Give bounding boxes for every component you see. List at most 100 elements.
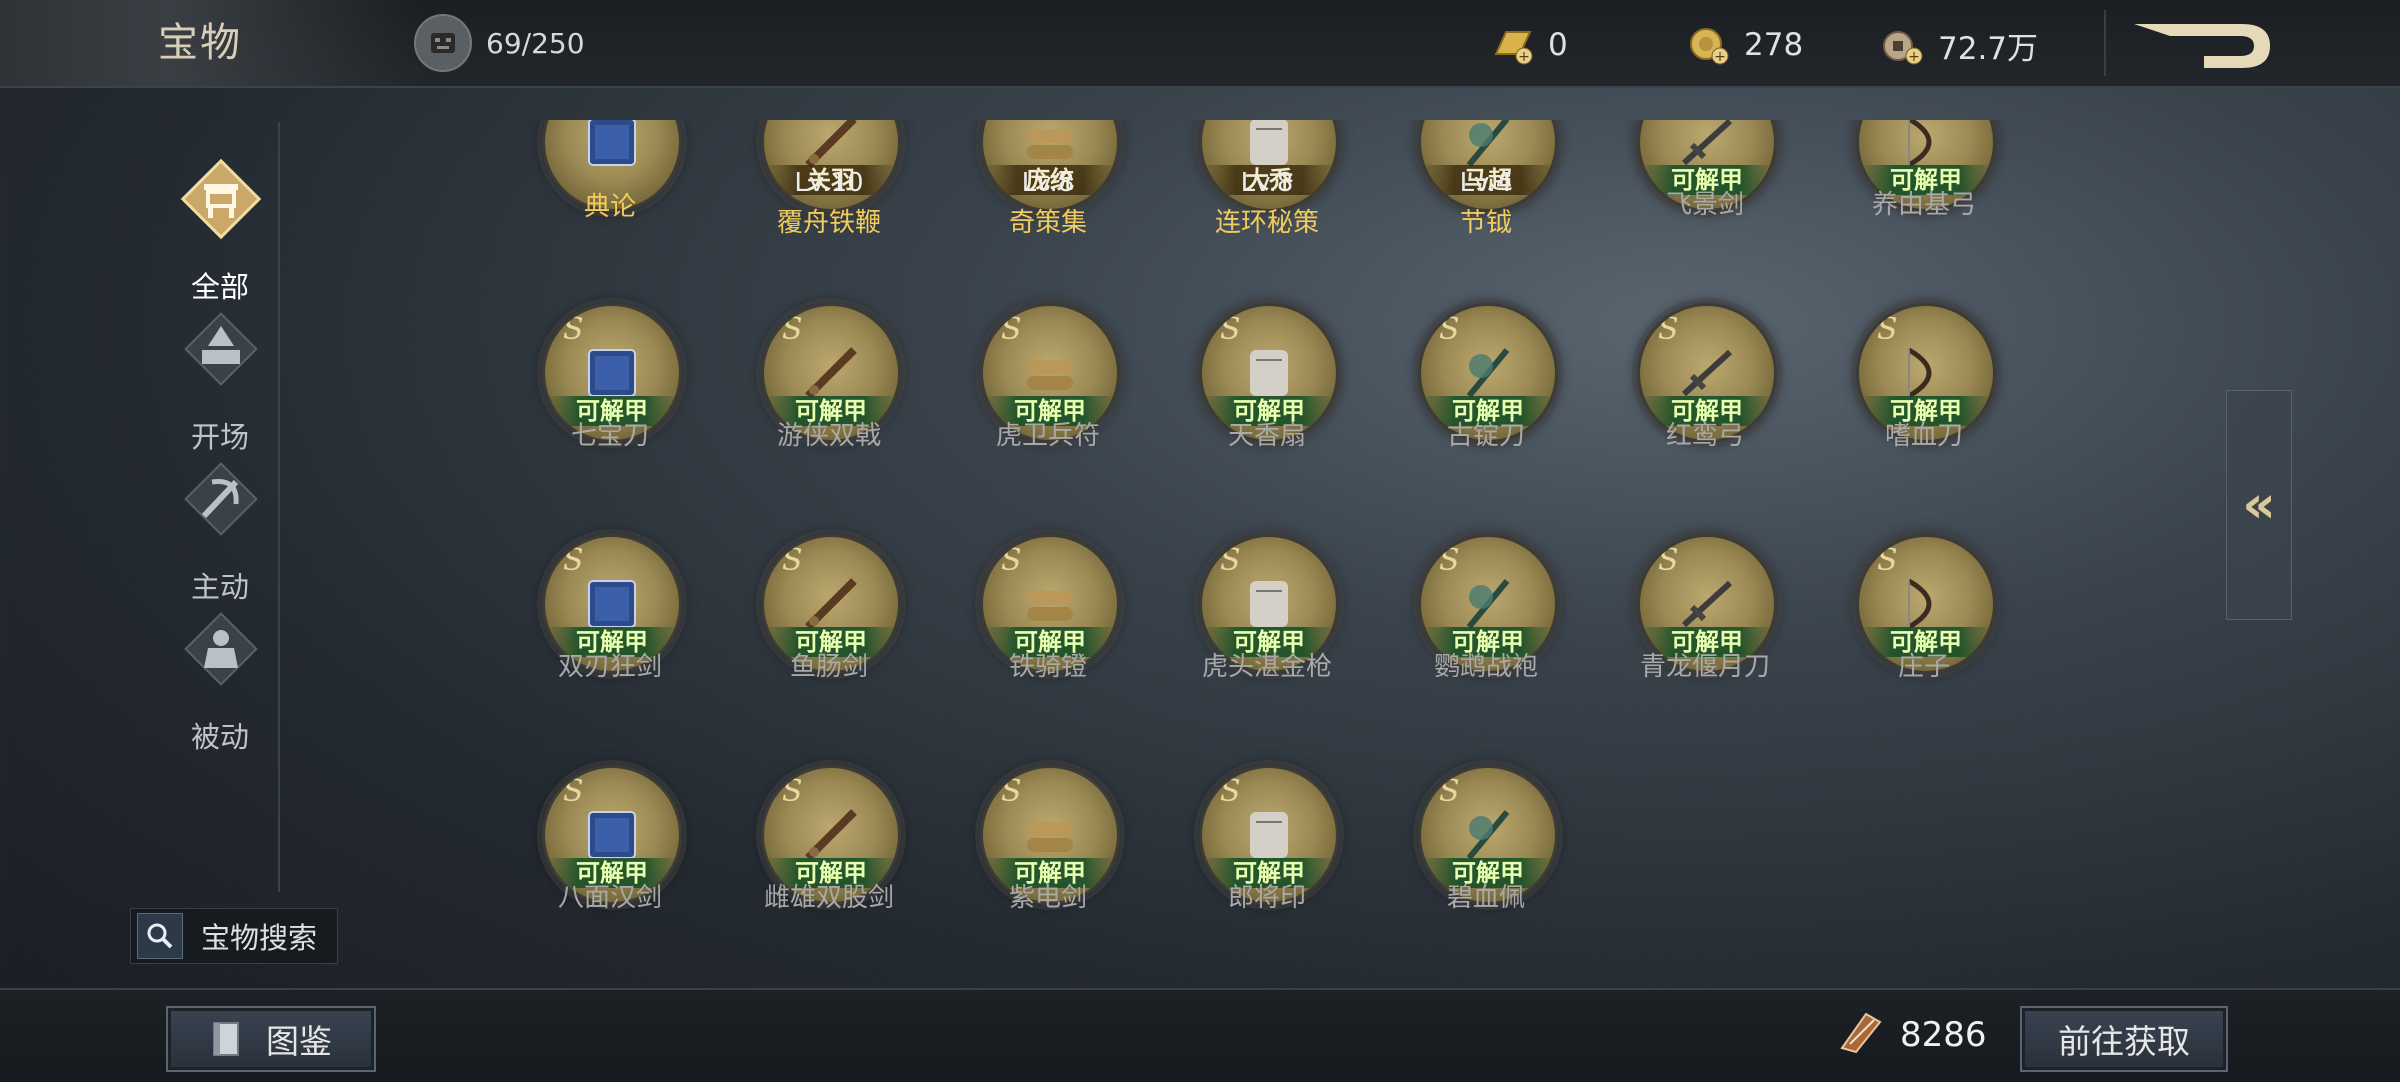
treasure-item[interactable]: 𝑆 可解甲 双刃狂剑 (520, 534, 700, 694)
treasure-medal: 𝑆关羽 (761, 120, 901, 212)
codex-label: 图鉴 (266, 1022, 332, 1061)
gold-bar-value: 0 (1548, 27, 1568, 63)
treasure-item[interactable]: 𝑆庞统Lv.8 奇策集 (958, 120, 1138, 238)
sidebar-label-active: 主动 (190, 570, 249, 604)
sidebar-label-passive: 被动 (190, 720, 249, 754)
treasure-item[interactable]: 𝑆 可解甲 铁骑镫 (958, 534, 1138, 694)
copper-coin-value: 72.7万 (1938, 30, 2039, 67)
treasure-item[interactable]: 𝑆 可解甲 虎卫兵符 (958, 303, 1138, 463)
treasure-name: 雌雄双股剑 (763, 883, 894, 913)
treasure-item[interactable]: 𝑆 可解甲 虎头湛金枪 (1177, 534, 1357, 694)
page-title: 宝物 (158, 20, 242, 66)
go-obtain-label: 前往获取 (2058, 1022, 2190, 1061)
gold-coin-icon: + (1686, 24, 1732, 66)
treasure-name: 八面汉剑 (557, 883, 662, 913)
treasure-item[interactable]: 𝑆 可解甲 鱼肠剑 (739, 534, 919, 694)
opening-icon (178, 306, 264, 392)
active-skill-icon (178, 456, 264, 542)
treasure-name: 鹦鹉战袍 (1433, 652, 1538, 682)
svg-text:+: + (1714, 49, 1726, 65)
treasure-level: Lv.8 (1021, 168, 1075, 198)
treasure-item[interactable]: 𝑆 可解甲 红鸾弓 (1615, 303, 1795, 463)
treasure-name: 郎将印 (1227, 883, 1306, 913)
treasure-name: 节钺 (1459, 208, 1512, 238)
treasure-capacity: 69/250 (414, 14, 585, 72)
treasure-name: 覆舟铁鞭 (776, 208, 881, 238)
return-arrow-icon[interactable] (2130, 20, 2276, 72)
treasure-name: 虎头湛金枪 (1201, 652, 1332, 682)
passive-skill-icon (178, 606, 264, 692)
treasure-item[interactable]: 𝑆 可解甲 游侠双戟 (739, 303, 919, 463)
treasure-name: 养由基弓 (1871, 190, 1976, 220)
treasure-grid: 𝑆典论𝑆关羽Lv.10覆舟铁鞭𝑆庞统Lv.8奇策集𝑆大乔Lv.8连环秘策𝑆马超L… (520, 120, 2020, 980)
currency-copper-coin[interactable]: + 72.7万 (1880, 22, 2038, 68)
treasure-medal: 𝑆庞统 (980, 120, 1120, 212)
sidebar-label-all: 全部 (190, 270, 249, 304)
treasure-name: 典论 (583, 192, 636, 222)
capacity-count: 69/250 (486, 26, 585, 60)
treasure-level: Lv.10 (794, 168, 864, 198)
treasure-item[interactable]: 𝑆典论 (520, 120, 700, 232)
treasure-name: 游侠双戟 (776, 421, 881, 451)
go-obtain-button[interactable]: 前往获取 (2020, 1006, 2228, 1072)
treasure-name: 奇策集 (1008, 208, 1087, 238)
copper-coin-icon: + (1880, 24, 1926, 66)
treasure-item[interactable]: 𝑆 可解甲 天香扇 (1177, 303, 1357, 463)
treasure-name: 红鸾弓 (1665, 421, 1744, 451)
treasure-name: 庄子 (1897, 652, 1950, 682)
book-icon (213, 1022, 239, 1056)
double-chevron-left-icon: « (2242, 475, 2276, 535)
treasure-artwork-icon (575, 120, 649, 179)
treasure-item[interactable]: 𝑆 可解甲 八面汉剑 (520, 765, 700, 925)
treasure-name: 铁骑镫 (1008, 652, 1087, 682)
treasure-item[interactable]: 𝑆 可解甲 鹦鹉战袍 (1396, 534, 1576, 694)
treasure-item[interactable]: 𝑆可解甲飞景剑 (1615, 120, 1795, 232)
treasure-name: 双刃狂剑 (557, 652, 662, 682)
treasure-item[interactable]: 𝑆可解甲养由基弓 (1834, 120, 2014, 232)
treasure-item[interactable]: 𝑆 可解甲 紫电剑 (958, 765, 1138, 925)
collapse-panel-button[interactable]: « (2226, 390, 2292, 620)
treasure-item[interactable]: 𝑆 可解甲 碧血佩 (1396, 765, 1576, 925)
treasure-item[interactable]: 𝑆 可解甲 青龙偃月刀 (1615, 534, 1795, 694)
fragment-points: 8286 (1836, 1010, 1987, 1060)
treasure-item[interactable]: 𝑆大乔Lv.8 连环秘策 (1177, 120, 1357, 238)
treasure-name: 天香扇 (1227, 421, 1306, 451)
treasure-name: 嗜血刀 (1884, 421, 1963, 451)
treasure-item[interactable]: 𝑆 可解甲 郎将印 (1177, 765, 1357, 925)
treasure-name: 虎卫兵符 (995, 421, 1100, 451)
treasure-item[interactable]: 𝑆关羽Lv.10 覆舟铁鞭 (739, 120, 919, 238)
treasure-mask-icon (414, 14, 472, 72)
category-sidebar: 全部 开场 主动 被动 (120, 120, 280, 900)
treasure-medal: 𝑆马超 (1418, 120, 1558, 212)
treasure-name: 紫电剑 (1008, 883, 1087, 913)
gold-coin-value: 278 (1744, 27, 1804, 63)
treasure-level: Lv.4 (1459, 168, 1513, 198)
all-treasure-icon (178, 156, 264, 242)
sidebar-divider (278, 122, 280, 892)
svg-text:+: + (1518, 49, 1530, 65)
search-icon (137, 913, 183, 959)
currency-gold-bar[interactable]: + 0 (1490, 22, 1568, 68)
search-label: 宝物搜索 (201, 921, 318, 955)
codex-button[interactable]: 图鉴 (166, 1006, 376, 1072)
treasure-item[interactable]: 𝑆 可解甲 庄子 (1834, 534, 2014, 694)
treasure-item[interactable]: 𝑆 可解甲 古锭刀 (1396, 303, 1576, 463)
top-bar: 宝物 69/250 + 0 + 278 + 72.7万 (0, 0, 2400, 88)
treasure-name: 古锭刀 (1446, 421, 1525, 451)
svg-text:+: + (1908, 49, 1920, 65)
treasure-name: 鱼肠剑 (789, 652, 868, 682)
treasure-name: 连环秘策 (1214, 208, 1319, 238)
fragment-count: 8286 (1900, 1015, 1987, 1055)
treasure-item[interactable]: 𝑆 可解甲 嗜血刀 (1834, 303, 2014, 463)
treasure-item[interactable]: 𝑆 可解甲 七宝刀 (520, 303, 700, 463)
treasure-medal: 𝑆大乔 (1199, 120, 1339, 212)
treasure-name: 飞景剑 (1665, 190, 1744, 220)
fragment-icon (1836, 1008, 1886, 1062)
treasure-item[interactable]: 𝑆马超Lv.4 节钺 (1396, 120, 1576, 238)
treasure-name: 碧血佩 (1446, 883, 1525, 913)
currency-gold-coin[interactable]: + 278 (1686, 22, 1803, 68)
treasure-level: Lv.8 (1240, 168, 1294, 198)
treasure-item[interactable]: 𝑆 可解甲 雌雄双股剑 (739, 765, 919, 925)
treasure-search-button[interactable]: 宝物搜索 (130, 908, 338, 964)
sidebar-label-opening: 开场 (190, 420, 249, 454)
